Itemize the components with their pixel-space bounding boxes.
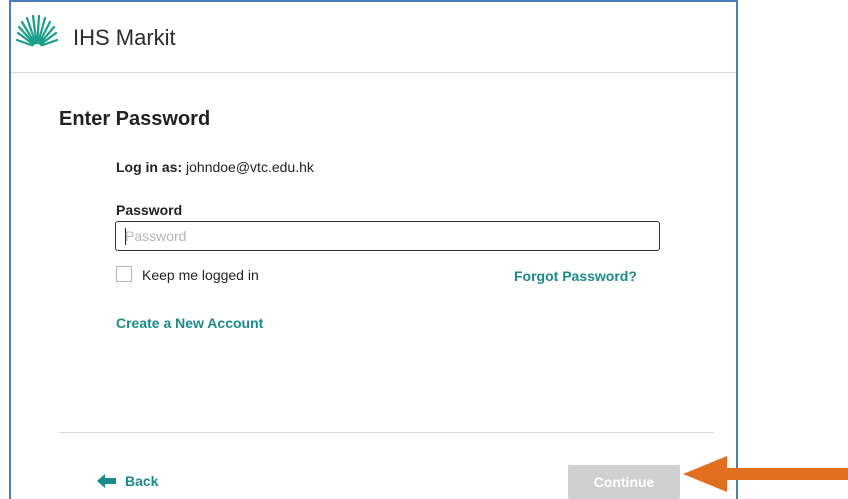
- brand-name: IHS Markit: [73, 25, 176, 50]
- password-input[interactable]: [115, 221, 660, 251]
- keep-logged-in-label[interactable]: Keep me logged in: [142, 267, 259, 283]
- divider: [59, 432, 714, 433]
- login-as-email: johndoe@vtc.edu.hk: [186, 159, 314, 175]
- text-cursor: [125, 228, 126, 245]
- page-title: Enter Password: [59, 108, 211, 130]
- header: IHS Markit: [11, 2, 736, 73]
- login-dialog: IHS Markit Enter Password Log in as: joh…: [9, 0, 738, 499]
- keep-logged-in-checkbox[interactable]: [116, 266, 132, 282]
- annotation-arrow-icon: [683, 456, 848, 492]
- continue-button[interactable]: Continue: [568, 465, 680, 499]
- back-label: Back: [125, 473, 159, 489]
- login-as-label: Log in as:: [116, 159, 183, 175]
- create-account-link[interactable]: Create a New Account: [116, 315, 263, 331]
- ihs-markit-logo-icon: [15, 14, 59, 54]
- password-label: Password: [116, 202, 183, 218]
- login-as-line: Log in as: johndoe@vtc.edu.hk: [116, 159, 314, 175]
- back-arrow-icon: [97, 474, 116, 488]
- back-button[interactable]: Back: [97, 473, 158, 489]
- forgot-password-link[interactable]: Forgot Password?: [514, 268, 637, 284]
